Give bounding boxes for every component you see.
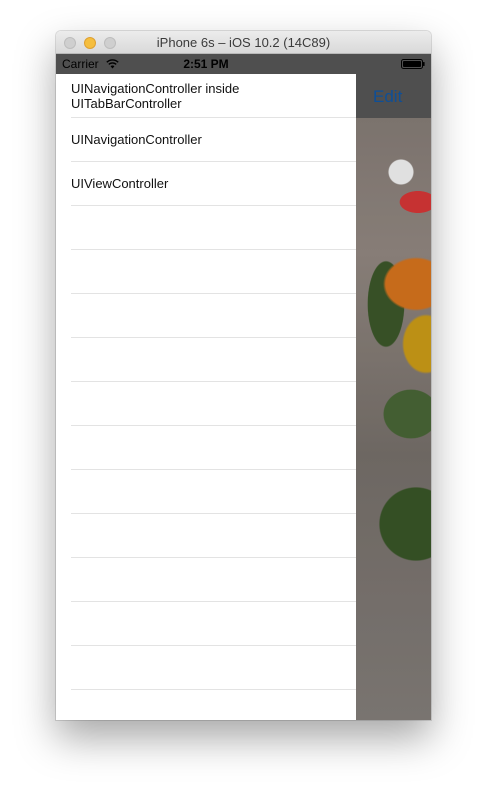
empty-table-row bbox=[71, 294, 356, 338]
menu-item-label: UINavigationController inside UITabBarCo… bbox=[71, 81, 240, 111]
window-title: iPhone 6s – iOS 10.2 (14C89) bbox=[156, 35, 331, 50]
empty-table-row bbox=[71, 206, 356, 250]
menu-item-view-controller[interactable]: UIViewController bbox=[71, 162, 356, 206]
edit-button[interactable]: Edit bbox=[373, 87, 402, 107]
empty-table-row bbox=[71, 382, 356, 426]
empty-table-row bbox=[71, 426, 356, 470]
empty-table-row bbox=[71, 338, 356, 382]
empty-table-row bbox=[71, 470, 356, 514]
empty-table-row bbox=[71, 250, 356, 294]
title-bar[interactable]: iPhone 6s – iOS 10.2 (14C89) bbox=[56, 31, 431, 54]
status-bar: Carrier 2:51 PM bbox=[56, 54, 431, 74]
empty-table-row bbox=[71, 514, 356, 558]
empty-table-row bbox=[71, 646, 356, 690]
menu-item-label: UINavigationController bbox=[71, 132, 202, 147]
menu-item-navigation-in-tabbar[interactable]: UINavigationController inside UITabBarCo… bbox=[71, 74, 356, 118]
side-menu: UINavigationController inside UITabBarCo… bbox=[56, 74, 356, 720]
menu-item-navigation-controller[interactable]: UINavigationController bbox=[71, 118, 356, 162]
status-time: 2:51 PM bbox=[183, 57, 229, 71]
battery-icon bbox=[401, 59, 425, 69]
menu-item-label: UIViewController bbox=[71, 176, 169, 191]
simulator-window: iPhone 6s – iOS 10.2 (14C89) Carrier 2:5… bbox=[56, 31, 431, 720]
empty-table-row bbox=[71, 690, 356, 720]
device-screen: Carrier 2:51 PM Edit UINavigationControl… bbox=[56, 54, 431, 720]
empty-table-row bbox=[71, 602, 356, 646]
empty-table-row bbox=[71, 558, 356, 602]
